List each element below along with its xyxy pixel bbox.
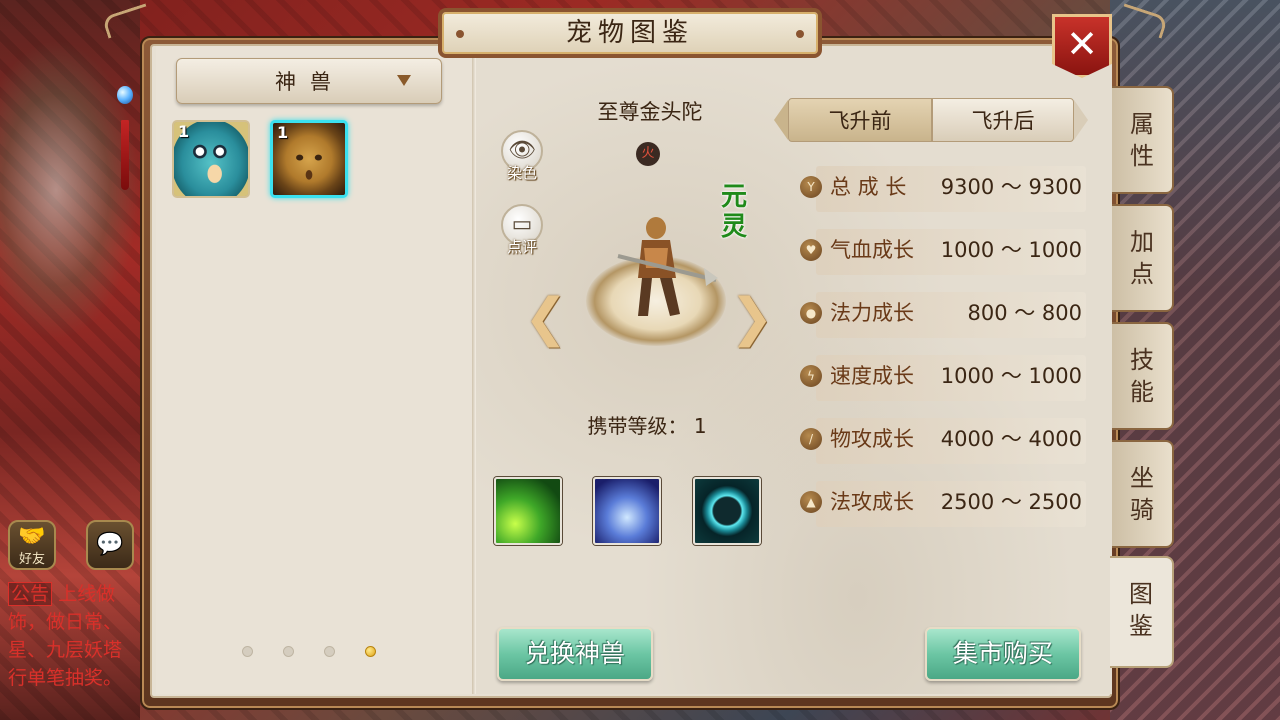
page-dot[interactable] — [242, 646, 253, 657]
handshake-icon: 🤝 — [18, 524, 46, 549]
announcement-ticker: 公告 上线做 饰，做日常、 星、九层妖塔 行单笔抽奖。 — [8, 580, 138, 700]
rotate-left-button[interactable]: ❮ — [524, 292, 568, 346]
tab-cap-ornament — [1074, 100, 1088, 140]
side-tab-attributes[interactable]: 属性 — [1112, 86, 1174, 194]
chat-button[interactable]: 💬 — [86, 520, 134, 570]
heart-icon: ♥ — [800, 239, 822, 261]
pet-name: 至尊金头陀 — [597, 100, 703, 124]
stat-row-mana-growth: ● 法力成长 800 ～ 800 — [796, 286, 1092, 338]
ring-skill-icon[interactable] — [693, 477, 761, 545]
pet-model-monk-warrior[interactable] — [608, 208, 718, 328]
stat-range: 800 ～ 800 — [967, 301, 1082, 325]
dragon-claw-skill-icon[interactable] — [494, 477, 562, 545]
side-tab-mount[interactable]: 坐骑 — [1112, 440, 1174, 548]
side-tab-label: 图鉴 — [1129, 580, 1153, 640]
window-title: 宠物图鉴 — [565, 18, 694, 48]
page-dot[interactable] — [283, 646, 294, 657]
stat-name: 法力成长 — [830, 301, 914, 325]
chat-bubble-icon: 💬 — [96, 532, 124, 557]
side-tab-codex[interactable]: 图鉴 — [1110, 556, 1174, 668]
stat-row-hp-growth: ♥ 气血成长 1000 ～ 1000 — [796, 223, 1092, 275]
stat-range: 1000 ～ 1000 — [940, 238, 1082, 262]
pet-slot-monk-selected[interactable]: 1 — [270, 120, 348, 198]
announcement-line: 行单笔抽奖。 — [8, 667, 123, 689]
jade-pendant-ornament — [116, 50, 134, 190]
friends-label: 好友 — [18, 552, 45, 567]
tab-after-ascension[interactable]: 飞升后 — [932, 98, 1074, 142]
side-tab-label: 坐骑 — [1130, 464, 1154, 524]
stat-row-magic-attack-growth: ▲ 法攻成长 2500 ～ 2500 — [796, 475, 1092, 527]
plaque-ornament — [456, 30, 464, 38]
side-tab-label: 属性 — [1130, 110, 1154, 170]
side-tab-skills[interactable]: 技能 — [1112, 322, 1174, 430]
review-label: 点评 — [506, 238, 537, 256]
carry-level-value: 1 — [693, 414, 707, 438]
pet-slot-fish[interactable]: 1 — [172, 120, 250, 198]
page-dot[interactable] — [324, 646, 335, 657]
stat-range: 2500 ～ 2500 — [940, 490, 1082, 514]
stat-row-physical-attack-growth: / 物攻成长 4000 ～ 4000 — [796, 412, 1092, 464]
title-plaque: 宠物图鉴 — [438, 8, 822, 58]
announcement-line: 上线做 — [58, 583, 116, 605]
close-icon: ✕ — [1066, 22, 1098, 66]
pet-category-dropdown[interactable]: 神兽 — [176, 58, 442, 104]
category-label: 神兽 — [275, 70, 345, 94]
stat-name: 气血成长 — [830, 238, 914, 262]
pendant-gem-icon — [117, 86, 133, 104]
pendant-tassel — [121, 120, 129, 190]
market-buy-button[interactable]: 集市购买 — [925, 627, 1081, 681]
plaque-ornament — [796, 30, 804, 38]
dye-label: 染色 — [506, 164, 537, 182]
dye-button[interactable]: 👁 染色 — [499, 130, 545, 183]
friends-button[interactable]: 🤝 好友 — [8, 520, 56, 570]
element-badge: 火 — [636, 142, 660, 166]
realm-badge: 元灵 — [720, 182, 747, 242]
side-tab-points[interactable]: 加点 — [1112, 204, 1174, 312]
pet-level: 1 — [277, 123, 289, 142]
flame-icon: ▲ — [800, 491, 822, 513]
rotate-right-button[interactable]: ❯ — [730, 292, 774, 346]
bolt-icon: ϟ — [800, 365, 822, 387]
flight-tabs: 飞升前 飞升后 — [774, 98, 1088, 142]
stat-name: 速度成长 — [830, 364, 914, 388]
announcement-line: 星、九层妖塔 — [8, 639, 123, 661]
announcement-tag: 公告 — [8, 582, 53, 606]
side-tab-label: 技能 — [1130, 346, 1154, 406]
carry-level: 携带等级： 1 — [560, 410, 734, 439]
stat-range: 9300 ～ 9300 — [940, 175, 1082, 199]
announcement-line: 饰，做日常、 — [8, 611, 123, 633]
growth-icon: Y — [800, 176, 822, 198]
side-tab-label: 加点 — [1130, 228, 1154, 288]
stat-row-total-growth: Y 总 成 长 9300 ～ 9300 — [796, 160, 1092, 212]
dropdown-arrow-icon — [397, 75, 411, 86]
review-button[interactable]: ▭ 点评 — [499, 204, 545, 257]
palm-strike-skill-icon[interactable] — [593, 477, 661, 545]
tab-before-ascension[interactable]: 飞升前 — [788, 98, 932, 142]
stat-range: 1000 ～ 1000 — [940, 364, 1082, 388]
sword-icon: / — [800, 428, 822, 450]
stat-name: 总 成 长 — [830, 175, 907, 199]
carry-level-label: 携带等级： — [587, 414, 688, 438]
stat-name: 物攻成长 — [830, 427, 914, 451]
tab-cap-ornament — [774, 100, 788, 140]
stat-name: 法攻成长 — [830, 490, 914, 514]
exchange-divine-beast-button[interactable]: 兑换神兽 — [497, 627, 653, 681]
drop-icon: ● — [800, 302, 822, 324]
pet-level: 1 — [178, 122, 190, 141]
stat-range: 4000 ～ 4000 — [940, 427, 1082, 451]
page-dot-active[interactable] — [365, 646, 376, 657]
stat-row-speed-growth: ϟ 速度成长 1000 ～ 1000 — [796, 349, 1092, 401]
